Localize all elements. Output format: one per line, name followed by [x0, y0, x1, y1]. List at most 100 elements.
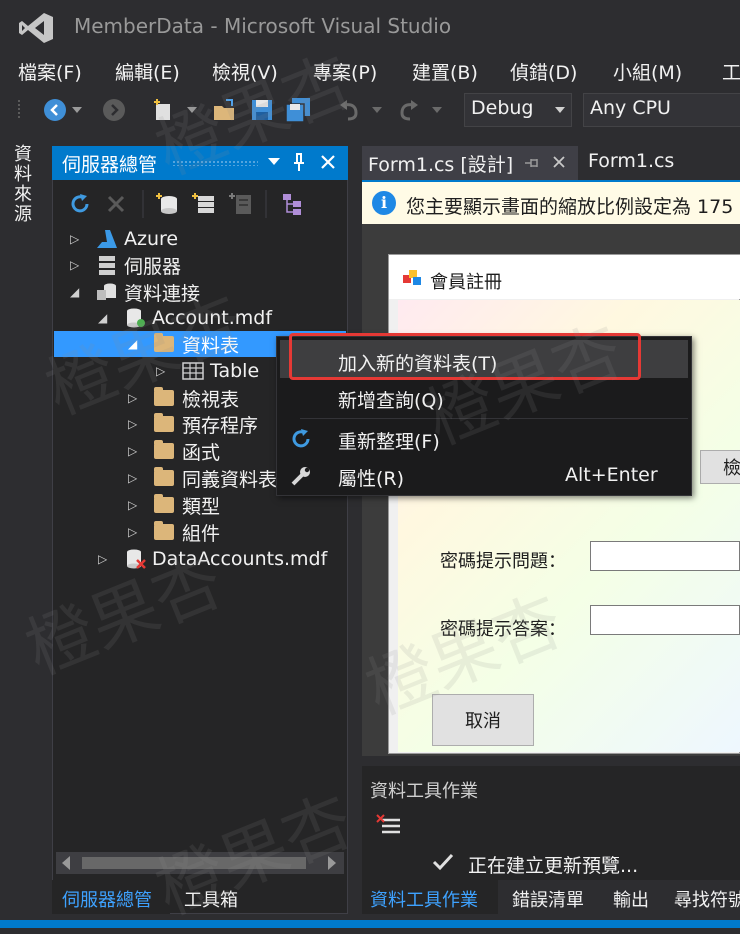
tab-label: Form1.cs [設計]	[368, 154, 514, 176]
new-dropdown-icon[interactable]	[187, 107, 197, 113]
tree-node-label: 資料表	[182, 334, 240, 357]
close-icon[interactable]	[320, 154, 336, 170]
panel-menu-chevron-icon[interactable]	[268, 158, 280, 166]
menu-file[interactable]: 檔案(F)	[18, 58, 82, 85]
tree-node-servers[interactable]: ▷ 伺服器	[70, 252, 181, 278]
undo-dropdown-icon[interactable]	[372, 107, 382, 113]
menu-view[interactable]: 檢視(V)	[212, 58, 278, 85]
close-tab-icon[interactable]	[552, 155, 566, 169]
pin-icon[interactable]	[524, 156, 540, 170]
info-message: 您主要顯示畫面的縮放比例設定為 175	[406, 196, 734, 218]
panel-drag-grip[interactable]	[172, 160, 258, 166]
azure-icon	[97, 230, 117, 248]
expand-arrow-icon[interactable]: ▷	[128, 471, 142, 485]
tree-node-data-connections[interactable]: ◢ 資料連接	[70, 279, 200, 305]
password-hint-question-input[interactable]	[590, 541, 740, 571]
tab-find-symbol[interactable]: 尋找符號	[674, 886, 740, 912]
menu-item-properties[interactable]: 屬性(R)	[338, 464, 404, 491]
tree-node-label: 檢視表	[182, 388, 240, 411]
table-icon	[182, 362, 204, 380]
redo-dropdown-icon[interactable]	[432, 107, 442, 113]
menu-item-new-query[interactable]: 新增查詢(Q)	[338, 386, 444, 413]
tree-node-account-mdf[interactable]: ◢ Account.mdf	[98, 305, 272, 331]
scroll-left-icon[interactable]	[62, 856, 70, 870]
cancel-button[interactable]: 取消	[432, 694, 534, 746]
connect-sharepoint-icon[interactable]	[228, 191, 254, 217]
menu-edit[interactable]: 編輯(E)	[115, 58, 180, 85]
save-icon[interactable]	[250, 98, 274, 122]
tree-node-assemblies[interactable]: ▷ 組件	[128, 519, 220, 545]
check-button[interactable]: 檢	[700, 450, 740, 484]
refresh-icon[interactable]	[68, 192, 92, 216]
expand-arrow-icon[interactable]: ▷	[128, 498, 142, 512]
redo-icon[interactable]	[396, 99, 420, 121]
tree-node-label: DataAccounts.mdf	[152, 548, 328, 570]
expand-arrow-icon[interactable]: ▷	[70, 258, 84, 272]
form-title: 會員註冊	[430, 272, 502, 293]
tree-node-functions[interactable]: ▷ 函式	[128, 438, 220, 464]
password-hint-answer-input[interactable]	[590, 605, 740, 635]
chevron-down-icon	[555, 107, 565, 113]
tree-node-synonyms[interactable]: ▷ 同義資料表	[128, 465, 277, 491]
scrollbar-thumb[interactable]	[82, 857, 306, 869]
tree-node-table[interactable]: ▷ Table	[156, 358, 259, 384]
clear-list-icon[interactable]	[376, 814, 402, 838]
menu-build[interactable]: 建置(B)	[412, 58, 478, 85]
back-icon[interactable]	[44, 99, 66, 121]
database-error-icon	[127, 549, 146, 569]
expand-arrow-icon[interactable]: ▷	[128, 417, 142, 431]
collapse-arrow-icon[interactable]: ◢	[98, 311, 112, 325]
open-file-icon[interactable]	[212, 98, 238, 122]
menu-debug[interactable]: 偵錯(D)	[510, 58, 577, 85]
menu-project[interactable]: 專案(P)	[313, 58, 377, 85]
expand-arrow-icon[interactable]: ▷	[128, 391, 142, 405]
checkmark-icon	[432, 853, 454, 871]
configuration-select[interactable]: Debug	[464, 93, 572, 127]
tree-node-types[interactable]: ▷ 類型	[128, 492, 220, 518]
platform-select[interactable]: Any CPU	[583, 93, 740, 127]
tree-node-label: 伺服器	[124, 255, 182, 278]
back-dropdown-icon[interactable]	[72, 107, 82, 113]
tree-node-stored-procedures[interactable]: ▷ 預存程序	[128, 411, 258, 437]
stop-icon[interactable]	[106, 194, 126, 214]
expand-arrow-icon[interactable]: ▷	[128, 444, 142, 458]
pin-icon[interactable]	[292, 152, 306, 172]
collapse-arrow-icon[interactable]: ◢	[70, 285, 84, 299]
tree-node-azure[interactable]: ▷ Azure	[70, 226, 178, 252]
refresh-icon	[292, 429, 310, 448]
tree-node-label: 組件	[182, 522, 221, 545]
expand-arrow-icon[interactable]: ▷	[156, 364, 170, 378]
data-tools-status: 正在建立更新預覽...	[468, 855, 639, 877]
forward-icon[interactable]	[103, 99, 125, 121]
expand-arrow-icon[interactable]: ▷	[128, 525, 142, 539]
tab-toolbox[interactable]: 工具箱	[184, 886, 238, 912]
tree-node-dataaccounts-mdf[interactable]: ▷ DataAccounts.mdf	[98, 546, 327, 572]
new-project-icon[interactable]	[152, 98, 176, 122]
menu-item-refresh[interactable]: 重新整理(F)	[338, 427, 440, 454]
folder-icon	[154, 467, 176, 488]
tab-form1-design[interactable]: Form1.cs [設計]	[362, 146, 578, 180]
expand-arrow-icon[interactable]: ▷	[98, 552, 112, 566]
undo-icon[interactable]	[338, 99, 362, 121]
folder-icon	[154, 413, 176, 434]
tab-data-tools[interactable]: 資料工具作業	[370, 886, 478, 912]
tab-server-explorer[interactable]: 伺服器總管	[62, 886, 152, 912]
menu-team[interactable]: 小組(M)	[613, 58, 682, 85]
scroll-right-icon[interactable]	[328, 856, 336, 870]
tab-output[interactable]: 輸出	[613, 886, 649, 912]
connect-database-icon[interactable]	[155, 191, 181, 217]
connect-server-icon[interactable]	[191, 191, 217, 217]
tab-form1-code[interactable]: Form1.cs	[580, 146, 740, 180]
data-sources-tab[interactable]: 資料來源	[10, 144, 34, 224]
tree-node-tables[interactable]: ◢ 資料表	[128, 331, 239, 357]
menu-tools[interactable]: 工	[722, 58, 740, 85]
window-title: MemberData - Microsoft Visual Studio	[74, 14, 452, 38]
save-all-icon[interactable]	[284, 96, 312, 122]
tree-node-views[interactable]: ▷ 檢視表	[128, 385, 239, 411]
collapse-arrow-icon[interactable]: ◢	[128, 337, 142, 351]
tab-error-list[interactable]: 錯誤清單	[512, 886, 584, 912]
form-app-icon	[403, 270, 421, 285]
expand-arrow-icon[interactable]: ▷	[70, 232, 84, 246]
folder-icon	[154, 494, 176, 515]
class-view-icon[interactable]	[280, 191, 304, 217]
